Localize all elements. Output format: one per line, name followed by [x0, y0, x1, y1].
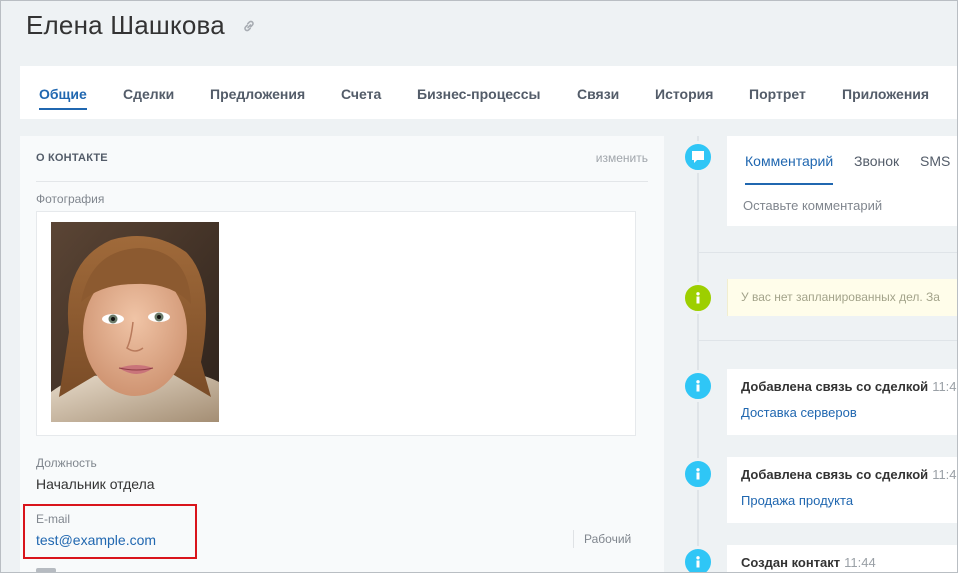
section-title: О КОНТАКТЕ — [36, 152, 108, 164]
tab-portrait[interactable]: Портрет — [749, 86, 806, 102]
timeline-separator — [698, 252, 958, 253]
comment-card: Комментарий Звонок SMS Оставьте коммента… — [727, 136, 958, 226]
event-title: Добавлена связь со сделкой 11:4 — [741, 379, 957, 394]
divider — [36, 181, 648, 182]
contact-photo — [51, 222, 219, 422]
photo-box[interactable] — [36, 211, 636, 436]
tab-invoices[interactable]: Счета — [341, 86, 381, 102]
tab-call[interactable]: Звонок — [854, 153, 899, 169]
event-time: 11:4 — [932, 467, 957, 482]
tab-general[interactable]: Общие — [39, 86, 87, 110]
email-highlight-box — [23, 504, 197, 559]
event-title: Создан контакт 11:44 — [741, 555, 876, 570]
next-field-label — [36, 568, 56, 573]
tab-business-processes[interactable]: Бизнес-процессы — [417, 86, 540, 102]
title-row: Елена Шашкова — [0, 0, 958, 60]
event-time: 11:44 — [844, 555, 876, 570]
info-icon — [682, 370, 714, 402]
info-icon — [682, 458, 714, 490]
email-type: Рабочий — [573, 530, 631, 548]
tab-quotes[interactable]: Предложения — [210, 86, 305, 102]
position-value: Начальник отдела — [36, 476, 155, 492]
tab-applications[interactable]: Приложения — [842, 86, 929, 102]
tab-links[interactable]: Связи — [577, 86, 619, 102]
timeline-separator — [698, 340, 958, 341]
edit-link[interactable]: изменить — [596, 151, 648, 165]
info-icon — [682, 546, 714, 573]
page-title: Елена Шашкова — [26, 10, 225, 40]
timeline-line — [697, 136, 699, 573]
link-icon[interactable] — [241, 18, 257, 34]
tabs-bar: Общие Сделки Предложения Счета Бизнес-пр… — [20, 66, 958, 119]
notice-text: У вас нет запланированных дел. За — [741, 290, 940, 304]
event-title: Добавлена связь со сделкой 11:4 — [741, 467, 957, 482]
comment-icon — [682, 141, 714, 173]
timeline-event: Создан контакт 11:44 — [727, 545, 958, 573]
contact-panel: О КОНТАКТЕ изменить Фотография Должность… — [20, 136, 664, 573]
active-tab-underline — [745, 183, 833, 185]
deal-link[interactable]: Доставка серверов — [741, 405, 857, 420]
tab-history[interactable]: История — [655, 86, 713, 102]
tab-comment[interactable]: Комментарий — [745, 153, 833, 169]
timeline-event: Добавлена связь со сделкой 11:4 Продажа п… — [727, 457, 958, 523]
photo-label: Фотография — [36, 192, 105, 206]
info-icon — [682, 282, 714, 314]
position-label: Должность — [36, 456, 97, 470]
event-time: 11:4 — [932, 379, 957, 394]
comment-input[interactable]: Оставьте комментарий — [743, 198, 882, 213]
no-tasks-notice: У вас нет запланированных дел. За — [727, 279, 958, 316]
timeline-event: Добавлена связь со сделкой 11:4 Доставка … — [727, 369, 958, 435]
tab-deals[interactable]: Сделки — [123, 86, 174, 102]
tab-sms[interactable]: SMS — [920, 153, 950, 169]
deal-link[interactable]: Продажа продукта — [741, 493, 853, 508]
